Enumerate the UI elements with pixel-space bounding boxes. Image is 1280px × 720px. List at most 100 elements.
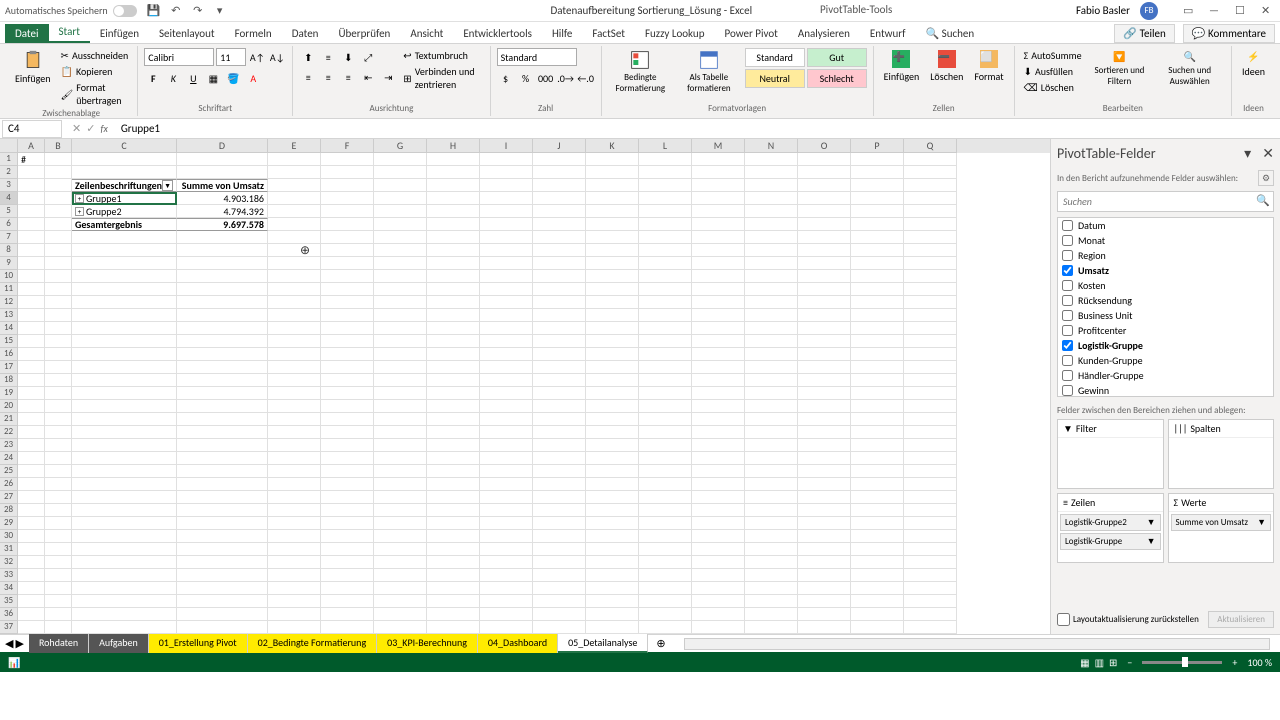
cell[interactable] [639,153,692,166]
cell[interactable] [639,543,692,556]
cell[interactable] [480,309,533,322]
cell[interactable] [18,322,45,335]
cell[interactable] [268,218,321,231]
page-break-view-icon[interactable]: ⊞ [1109,656,1117,669]
name-box[interactable] [2,120,62,138]
cell[interactable] [427,621,480,634]
cell[interactable] [639,166,692,179]
cell[interactable] [904,309,957,322]
cell[interactable] [72,400,177,413]
cell[interactable] [177,361,268,374]
cell[interactable] [798,205,851,218]
sheet-tab-rohdaten[interactable]: Rohdaten [29,634,89,653]
cell[interactable] [692,361,745,374]
cell[interactable] [586,452,639,465]
cell[interactable] [692,283,745,296]
cell[interactable] [639,309,692,322]
col-header-L[interactable]: L [639,139,692,153]
cell[interactable] [586,153,639,166]
cell[interactable] [851,400,904,413]
field-checkbox[interactable] [1062,250,1073,261]
cell[interactable] [798,569,851,582]
cell[interactable] [374,556,427,569]
cell[interactable] [533,621,586,634]
cell[interactable] [692,621,745,634]
cell[interactable] [321,621,374,634]
cell[interactable] [533,556,586,569]
col-header-C[interactable]: C [72,139,177,153]
sheet-tab-05[interactable]: 05_Detailanalyse [558,634,648,653]
cell[interactable] [533,452,586,465]
cell[interactable] [745,608,798,621]
cell[interactable] [533,335,586,348]
row-header-29[interactable]: 29 [0,517,18,530]
col-header-N[interactable]: N [745,139,798,153]
cell[interactable] [639,348,692,361]
cell[interactable] [586,478,639,491]
cell[interactable] [45,621,72,634]
cell[interactable] [374,504,427,517]
field-checkbox[interactable] [1062,355,1073,366]
cell[interactable] [745,283,798,296]
cell[interactable] [851,283,904,296]
cell[interactable] [745,595,798,608]
cell[interactable] [639,452,692,465]
cell[interactable] [177,621,268,634]
cell[interactable] [427,322,480,335]
cell[interactable] [45,179,72,192]
cell[interactable]: Gesamtergebnis [72,218,177,231]
cell[interactable] [851,231,904,244]
cell[interactable] [639,283,692,296]
cell[interactable] [72,452,177,465]
cell[interactable] [745,400,798,413]
cell[interactable] [480,595,533,608]
row-header-34[interactable]: 34 [0,582,18,595]
cell[interactable] [268,543,321,556]
cell[interactable] [427,296,480,309]
tab-start[interactable]: Start [49,22,90,43]
cell[interactable] [321,257,374,270]
cell[interactable] [533,530,586,543]
cell[interactable] [480,244,533,257]
cell[interactable] [72,478,177,491]
cell[interactable] [268,608,321,621]
cell[interactable] [321,491,374,504]
cell-style-standard[interactable]: Standard [745,48,805,67]
cell[interactable] [798,270,851,283]
cell[interactable] [692,478,745,491]
field-item[interactable]: Monat [1058,233,1273,248]
cell[interactable] [177,504,268,517]
cell[interactable] [692,491,745,504]
zoom-level[interactable]: 100 % [1247,656,1272,669]
cell[interactable] [374,361,427,374]
cell[interactable] [586,426,639,439]
cell[interactable] [177,400,268,413]
cell[interactable] [18,205,45,218]
cell[interactable] [533,426,586,439]
cell[interactable] [45,465,72,478]
field-item[interactable]: Gewinn [1058,383,1273,397]
cell[interactable] [798,374,851,387]
cell[interactable] [374,244,427,257]
cell[interactable] [427,491,480,504]
tab-developer[interactable]: Entwicklertools [453,24,542,43]
cell-style-gut[interactable]: Gut [807,48,867,67]
row-header-36[interactable]: 36 [0,608,18,621]
cell[interactable] [904,517,957,530]
cell[interactable] [321,478,374,491]
cell[interactable] [745,491,798,504]
cell[interactable] [321,504,374,517]
cell[interactable] [177,465,268,478]
cell[interactable] [480,205,533,218]
cell[interactable] [45,231,72,244]
cell[interactable] [480,322,533,335]
cell[interactable] [851,257,904,270]
cell[interactable] [798,452,851,465]
cell[interactable] [374,426,427,439]
cell[interactable] [639,296,692,309]
cell[interactable] [321,192,374,205]
cell[interactable] [72,530,177,543]
cell[interactable] [427,413,480,426]
increase-decimal-icon[interactable]: .0→ [557,69,575,87]
cell[interactable] [851,556,904,569]
